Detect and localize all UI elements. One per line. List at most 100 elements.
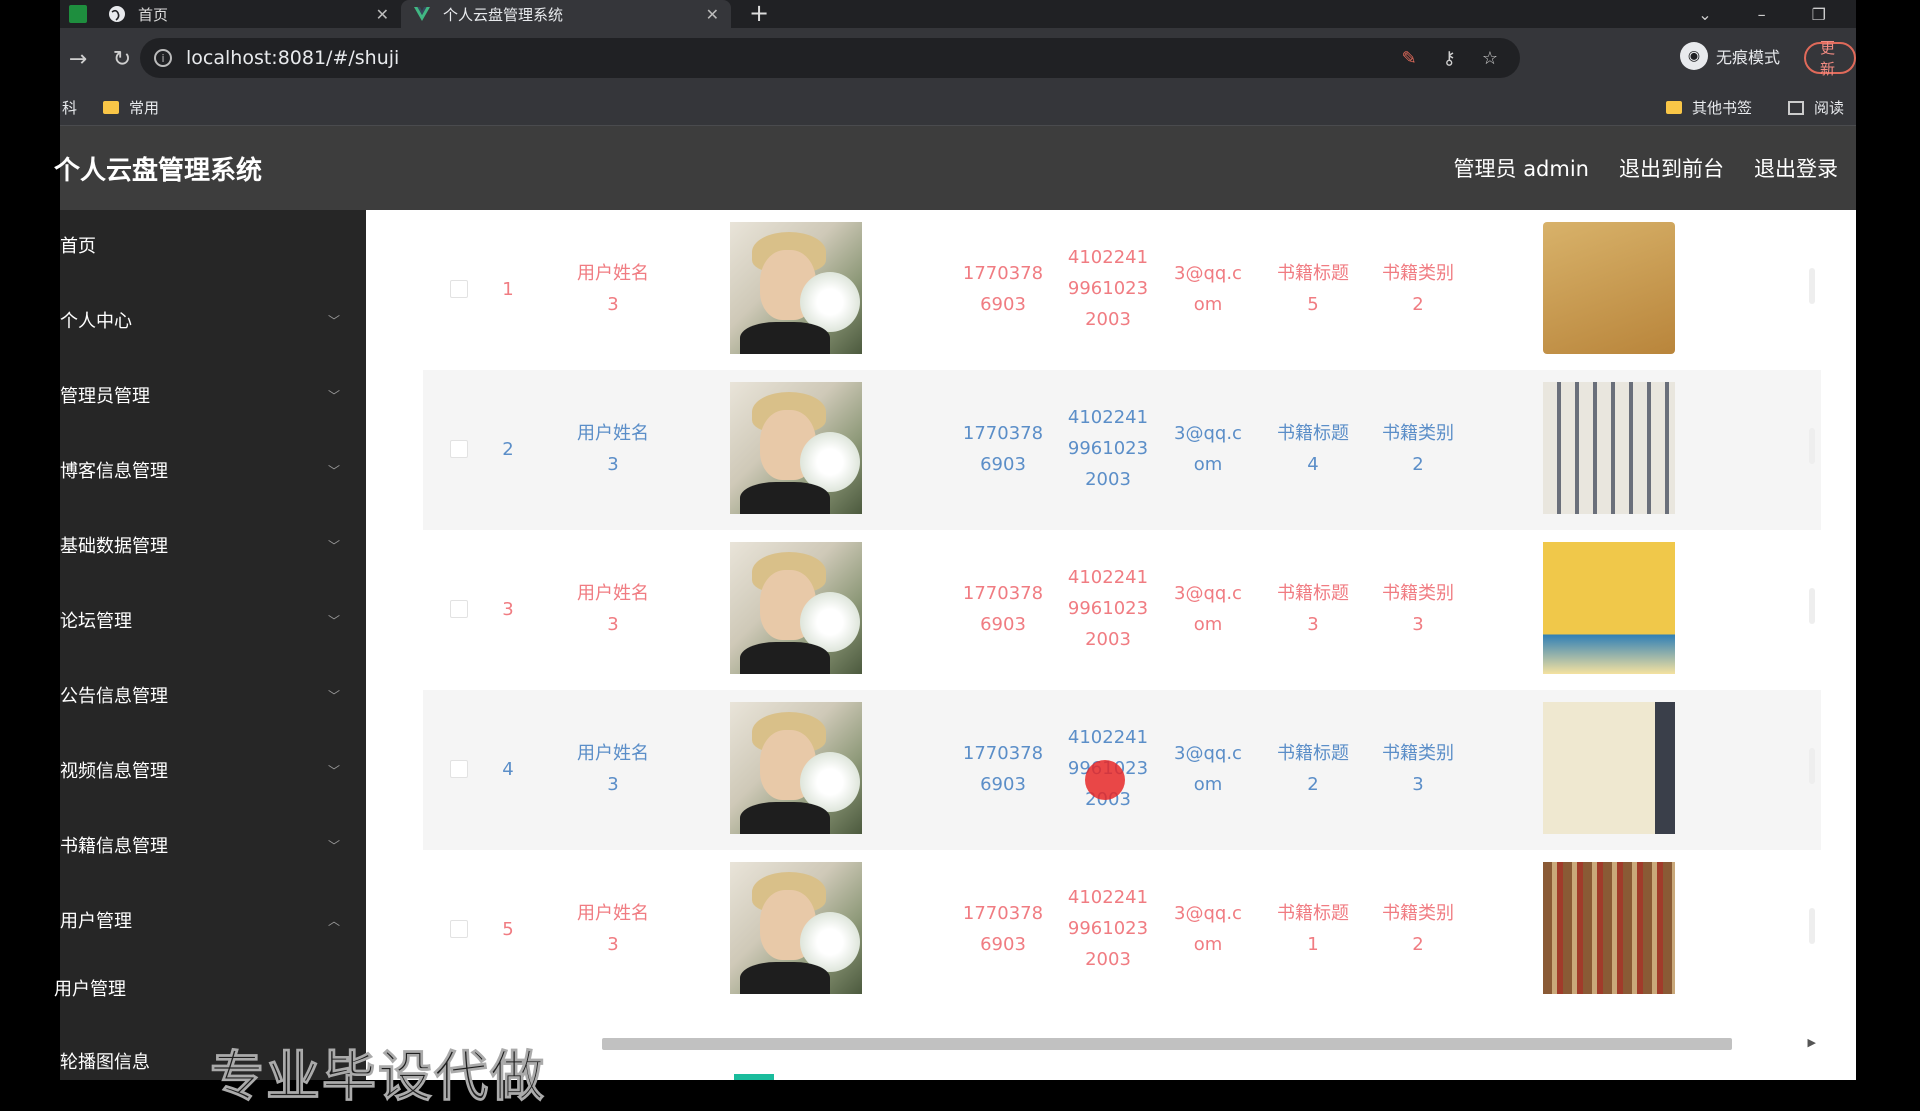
sidebar: 首页 个人中心 ﹀ 管理员管理 ﹀ 博客信息管理 ﹀ 基础数据管理 ﹀ 论坛管理 ﹀ 公告… <box>54 210 366 1080</box>
sidebar-item-notice[interactable]: 公告信息管理 ﹀ <box>60 675 366 715</box>
user-avatar[interactable] <box>730 542 862 674</box>
incognito-indicator[interactable]: ◉ 无痕模式 <box>1680 42 1780 70</box>
book-cover-image[interactable] <box>1543 382 1675 514</box>
cell-line: 4102241 <box>1067 247 1149 268</box>
cell-line: 2 <box>1412 454 1424 475</box>
cell-line: 2003 <box>1085 309 1131 330</box>
horizontal-scrollbar[interactable]: ▶ <box>366 1036 1856 1050</box>
cell-line: 2003 <box>1085 469 1131 490</box>
user-name-cell: 用户姓名 3 <box>558 418 668 480</box>
user-avatar[interactable] <box>730 222 862 354</box>
cell-line: 用户姓名 <box>577 903 649 924</box>
cell-line: 书籍标题 <box>1277 743 1349 764</box>
user-name-cell: 用户姓名 3 <box>558 578 668 640</box>
logout-link[interactable]: 退出登录 <box>1754 153 1838 183</box>
row-index: 2 <box>502 439 514 460</box>
cell-line: 4102241 <box>1067 887 1149 908</box>
key-icon[interactable]: ⚷ <box>1443 48 1456 69</box>
user-avatar[interactable] <box>730 702 862 834</box>
sidebar-item-personal-center[interactable]: 个人中心 ﹀ <box>60 300 366 340</box>
row-checkbox[interactable] <box>450 280 468 298</box>
book-cover-image[interactable] <box>1543 862 1675 994</box>
chevron-down-icon[interactable]: ⌄ <box>1698 5 1711 24</box>
sidebar-item-home[interactable]: 首页 <box>60 225 366 265</box>
cell-line: 4102241 <box>1067 407 1149 428</box>
sidebar-item-label: 基础数据管理 <box>60 536 168 557</box>
bookmark-other[interactable]: 其他书签 <box>1666 97 1752 118</box>
address-bar: → ↻ i localhost:8081/#/shuji ✎ ⚷ ☆ ◉ 无痕模… <box>60 28 1856 90</box>
main-content: 1 用户姓名 3 1770378 6903 4102241 9961023 2003 3@qq.… <box>366 210 1856 1080</box>
cell-line: 4 <box>1307 454 1319 475</box>
cell-line: 3 <box>607 774 619 795</box>
sidebar-item-label: 用户管理 <box>54 979 126 1000</box>
sidebar-item-users[interactable]: 用户管理 ︿ <box>60 900 366 940</box>
cell-line: 书籍标题 <box>1277 903 1349 924</box>
sidebar-item-label: 个人中心 <box>60 311 132 332</box>
admin-label: 管理员 admin <box>1453 157 1589 181</box>
book-cover-image[interactable] <box>1543 222 1675 354</box>
sidebar-item-books[interactable]: 书籍信息管理 ﹀ <box>60 825 366 865</box>
user-avatar[interactable] <box>730 862 862 994</box>
url-text: localhost:8081/#/shuji <box>186 47 400 69</box>
sidebar-item-blog-manage[interactable]: 博客信息管理 ﹀ <box>60 450 366 490</box>
arrow-right-icon[interactable]: ▶ <box>1808 1036 1816 1049</box>
tab-cloud-system[interactable]: 个人云盘管理系统 ✕ <box>401 0 731 28</box>
sheet-app-tab[interactable] <box>60 0 96 28</box>
tab-home[interactable]: 首页 ✕ <box>96 0 401 28</box>
row-checkbox[interactable] <box>450 600 468 618</box>
cell-line: 书籍类别 <box>1382 903 1454 924</box>
plus-icon[interactable]: + <box>749 0 769 28</box>
book-title-cell: 书籍标题 5 <box>1258 258 1368 320</box>
pagination-active-page[interactable] <box>734 1074 774 1080</box>
cell-line: 2 <box>1307 774 1319 795</box>
sidebar-item-base-data[interactable]: 基础数据管理 ﹀ <box>60 525 366 565</box>
book-cover-image[interactable] <box>1543 702 1675 834</box>
table-row[interactable]: 3 用户姓名 3 1770378 6903 4102241 9961023 2003 3@qq.… <box>423 530 1821 690</box>
back-icon[interactable]: → <box>60 47 96 72</box>
bookmark-partial[interactable]: 科 <box>62 97 77 118</box>
table-row[interactable]: 1 用户姓名 3 1770378 6903 4102241 9961023 2003 3@qq.… <box>423 210 1821 370</box>
cell-line: 3@qq.c <box>1174 583 1242 604</box>
sidebar-subitem-users[interactable]: 用户管理 <box>54 968 366 1008</box>
app-title: 个人云盘管理系统 <box>54 155 263 186</box>
cell-line: 1770378 <box>962 583 1044 604</box>
scrollbar-thumb[interactable] <box>602 1038 1732 1050</box>
book-cover-image[interactable] <box>1543 542 1675 674</box>
exit-to-front-link[interactable]: 退出到前台 <box>1619 153 1724 183</box>
cell-line: 用户姓名 <box>577 583 649 604</box>
row-checkbox[interactable] <box>450 920 468 938</box>
cell-line: 4102241 <box>1067 727 1149 748</box>
cell-line: 9961023 <box>1067 598 1149 619</box>
sidebar-item-forum[interactable]: 论坛管理 ﹀ <box>60 600 366 640</box>
reload-icon[interactable]: ↻ <box>104 47 140 72</box>
table-row[interactable]: 5 用户姓名 3 1770378 6903 4102241 9961023 2003 3@qq.… <box>423 850 1821 1010</box>
avatar-shirt <box>740 642 830 674</box>
cell-line: 9961023 <box>1067 438 1149 459</box>
row-index: 1 <box>502 279 514 300</box>
close-icon[interactable]: ✕ <box>706 5 719 24</box>
cell-line: 3 <box>1412 614 1424 635</box>
row-checkbox[interactable] <box>450 760 468 778</box>
avatar-shirt <box>740 802 830 834</box>
restore-icon[interactable]: ❐ <box>1812 5 1826 24</box>
sidebar-item-label: 书籍信息管理 <box>60 836 168 857</box>
table-row[interactable]: 2 用户姓名 3 1770378 6903 4102241 9961023 2003 3@qq.… <box>423 370 1821 530</box>
minimize-icon[interactable]: – <box>1758 5 1766 24</box>
info-icon[interactable]: i <box>154 49 172 67</box>
bookmark-common[interactable]: 常用 <box>103 97 159 118</box>
tab-home-label: 首页 <box>138 5 169 24</box>
bookmark-reading[interactable]: 阅读 <box>1788 97 1844 118</box>
sidebar-item-video[interactable]: 视频信息管理 ﹀ <box>60 750 366 790</box>
star-icon[interactable]: ☆ <box>1482 48 1498 69</box>
update-button[interactable]: 更新 <box>1804 39 1856 78</box>
translate-icon[interactable]: ✎ <box>1402 48 1417 69</box>
sidebar-item-admin-manage[interactable]: 管理员管理 ﹀ <box>60 375 366 415</box>
row-checkbox[interactable] <box>450 440 468 458</box>
user-name-cell: 用户姓名 3 <box>558 738 668 800</box>
url-input[interactable]: i localhost:8081/#/shuji ✎ ⚷ ☆ <box>140 38 1520 78</box>
cell-line: 2 <box>1412 934 1424 955</box>
user-avatar[interactable] <box>730 382 862 514</box>
globe-icon <box>108 5 126 23</box>
close-icon[interactable]: ✕ <box>376 5 389 24</box>
row-edge <box>1809 588 1815 624</box>
